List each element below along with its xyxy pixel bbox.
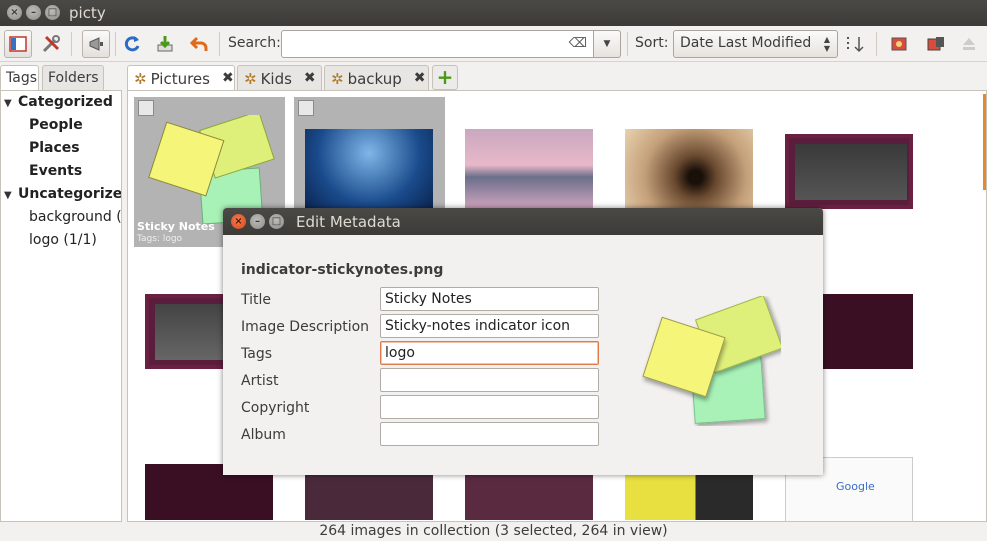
tree-item-categorized[interactable]: Categorized [18,94,113,110]
tab-folders[interactable]: Folders [42,65,104,91]
dialog-titlebar: × – □ Edit Metadata [223,208,823,235]
spin-arrows-icon: ▲ ▼ [823,35,830,53]
refresh-icon [124,36,140,52]
tree-item-background[interactable]: background ( [29,209,121,225]
status-bar: 264 images in collection (3 selected, 26… [0,522,987,541]
tree-item-uncategorized[interactable]: Uncategorized [18,186,121,202]
tab-label: Pictures [150,70,210,88]
thumbnail-tags: Tags: logo [137,234,183,244]
sort-direction-button[interactable] [841,30,869,58]
title-field[interactable] [380,287,599,311]
sort-value: Date Last Modified [680,35,812,51]
scrollbar[interactable] [983,94,986,190]
tree-item-people[interactable]: People [29,117,83,133]
tab-label: Kids [260,70,292,88]
dialog-minimize-button[interactable]: – [250,214,265,229]
tab-label: Folders [48,70,99,86]
tab-backup[interactable]: ✲ backup ✖ [324,65,429,92]
description-field[interactable] [380,314,599,338]
dialog-maximize-button[interactable]: □ [269,214,284,229]
tab-tags[interactable]: Tags [0,65,39,91]
thumbnail-image[interactable] [465,129,593,209]
screenshot-content [795,144,907,200]
search-history-dropdown[interactable]: ▼ [594,30,621,58]
import-icon [927,37,944,51]
toolbar-separator [71,32,72,56]
sort-descending-icon [847,37,864,53]
toolbar-separator [876,32,877,56]
reload-button[interactable] [118,30,146,58]
sort-select[interactable]: Date Last Modified ▲ ▼ [673,30,838,58]
close-tab-icon[interactable]: ✖ [414,70,426,86]
window-close-button[interactable]: × [7,5,22,20]
close-tab-icon[interactable]: ✖ [222,70,234,86]
field-label-title: Title [241,292,272,308]
download-icon [157,36,173,52]
tab-gear-icon: ✲ [331,70,344,88]
save-button[interactable] [151,30,179,58]
field-label-artist: Artist [241,373,279,389]
close-tab-icon[interactable]: ✖ [304,70,316,86]
download-icon[interactable] [138,100,154,116]
field-label-copyright: Copyright [241,400,310,416]
window-titlebar: × – □ picty [0,0,987,26]
tab-label: Tags [6,70,37,86]
tag-tree: ▼ Categorized People Places Events ▼ Unc… [0,90,122,522]
tab-label: backup [347,70,402,88]
thumbnail-image[interactable] [785,134,913,209]
dialog-title: Edit Metadata [296,213,401,231]
toolbar-separator [219,32,220,56]
tree-item-places[interactable]: Places [29,140,80,156]
collection-button[interactable] [886,30,914,58]
tools-icon [42,35,60,53]
sticky-notes-preview [642,296,781,424]
sidebar: Tags Folders ▼ Categorized People Places… [0,63,122,522]
field-label-description: Image Description [241,319,370,335]
toolbar-separator [115,32,116,56]
eject-button[interactable] [955,30,983,58]
tab-gear-icon: ✲ [244,70,257,88]
megaphone-icon [89,37,103,51]
import-button[interactable] [922,30,950,58]
window-maximize-button[interactable]: □ [45,5,60,20]
edit-metadata-dialog: × – □ Edit Metadata indicator-stickynote… [223,208,823,475]
photos-icon [891,37,907,51]
search-input[interactable]: ⌫ [281,30,594,58]
thumbnail-caption: Sticky Notes [137,220,215,233]
field-label-album: Album [241,427,286,443]
google-logo: Google [836,480,875,493]
add-tab-button[interactable]: + [432,65,458,90]
tree-item-logo[interactable]: logo (1/1) [29,232,97,248]
clear-search-icon[interactable]: ⌫ [569,36,587,51]
undo-button[interactable] [185,30,213,58]
album-field[interactable] [380,422,599,446]
sidebar-toggle-button[interactable] [4,30,32,58]
dialog-close-button[interactable]: × [231,214,246,229]
expanded-arrow-icon[interactable]: ▼ [4,98,12,109]
sort-label: Sort: [635,35,669,51]
tools-button[interactable] [37,30,65,58]
expanded-arrow-icon[interactable]: ▼ [4,190,12,201]
undo-icon [189,36,208,51]
dialog-filename: indicator-stickynotes.png [241,262,444,278]
sidebar-icon [9,36,27,52]
thumbnail-image [305,129,433,209]
search-label: Search: [228,35,281,51]
tab-kids[interactable]: ✲ Kids ✖ [237,65,322,92]
download-icon[interactable] [298,100,314,116]
copyright-field[interactable] [380,395,599,419]
thumbnail-image[interactable] [625,129,753,209]
tab-pictures[interactable]: ✲ Pictures ✖ [127,65,235,92]
main-toolbar: Search: ⌫ ▼ Sort: Date Last Modified ▲ ▼ [0,26,987,62]
eject-icon [963,38,975,50]
field-label-tags: Tags [241,346,272,362]
announce-button[interactable] [82,30,110,58]
window-title: picty [69,4,106,22]
tab-gear-icon: ✲ [134,70,147,88]
artist-field[interactable] [380,368,599,392]
window-minimize-button[interactable]: – [26,5,41,20]
tree-item-events[interactable]: Events [29,163,82,179]
toolbar-separator [627,32,628,56]
tags-field[interactable] [380,341,599,365]
